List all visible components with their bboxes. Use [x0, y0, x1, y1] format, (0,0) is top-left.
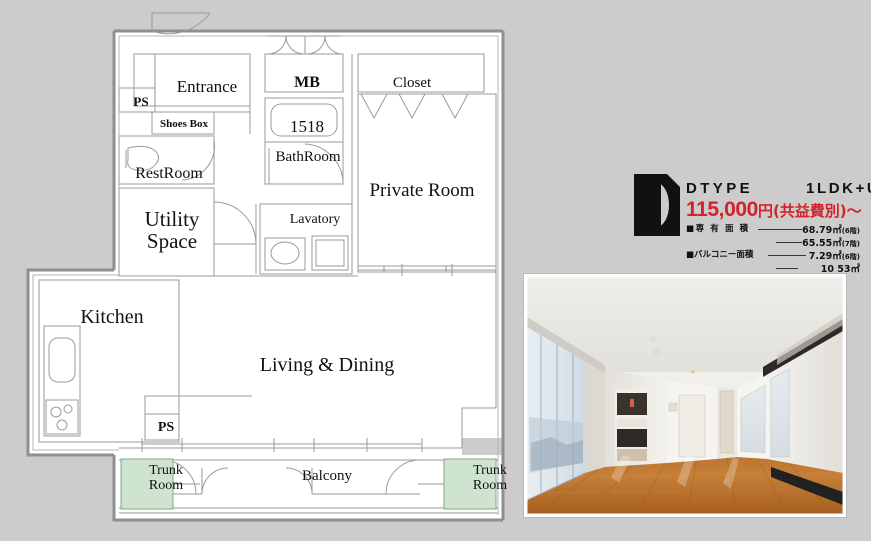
floorplan: Entrance PS Shoes Box RestRoom Utility S…: [22, 8, 512, 528]
interior-photo-image: [527, 277, 843, 514]
logo-d-stem: [644, 183, 661, 227]
logo-corner-cut: [666, 173, 681, 188]
spec-key: ■専 有 面 積: [686, 224, 750, 234]
price-suffix: 円(共益費別)〜: [757, 202, 862, 220]
trunk-room-right-shape: [443, 458, 497, 510]
layout-label: 1LDK+U: [806, 180, 871, 197]
spec-rule: [776, 268, 798, 269]
spec-row: ■専 有 面 積 68.79㎡(6階): [686, 222, 860, 236]
spec-rule: [768, 255, 806, 256]
d-type-logo: [634, 173, 681, 236]
spec-value: 65.55㎡(7階): [802, 235, 860, 249]
spec-value: 7.29㎡(6階): [809, 248, 860, 262]
spec-rule: [776, 242, 802, 243]
spec-value: 68.79㎡(6階): [802, 222, 860, 236]
price-line: 115,000円(共益費別)〜: [686, 198, 862, 222]
spec-row: 10 53㎡: [686, 261, 860, 275]
interior-photo: [524, 274, 846, 517]
info-panel: DTYPE 1LDK+U 115,000円(共益費別)〜 ■専 有 面 積 68…: [634, 172, 871, 275]
type-label: DTYPE: [686, 180, 754, 197]
page-root: Entrance PS Shoes Box RestRoom Utility S…: [0, 0, 871, 541]
spec-key: ■バルコニー面積: [686, 250, 754, 260]
spec-value: 10 53㎡: [821, 261, 860, 275]
spec-rule: [758, 229, 802, 230]
spec-floor: (6階): [841, 253, 860, 261]
spec-table: ■専 有 面 積 68.79㎡(6階) 65.55㎡(7階) ■バルコニー面積 …: [686, 222, 860, 275]
spec-row: ■バルコニー面積 7.29㎡(6階): [686, 248, 860, 262]
trunk-room-left-shape: [120, 458, 174, 510]
spec-row: 65.55㎡(7階): [686, 235, 860, 249]
spec-floor: (6階): [841, 227, 860, 235]
floorplan-drawing: [26, 12, 505, 522]
spec-floor: (7階): [841, 240, 860, 248]
price-number: 115,000: [686, 198, 758, 221]
photo-artwork: [527, 277, 843, 514]
